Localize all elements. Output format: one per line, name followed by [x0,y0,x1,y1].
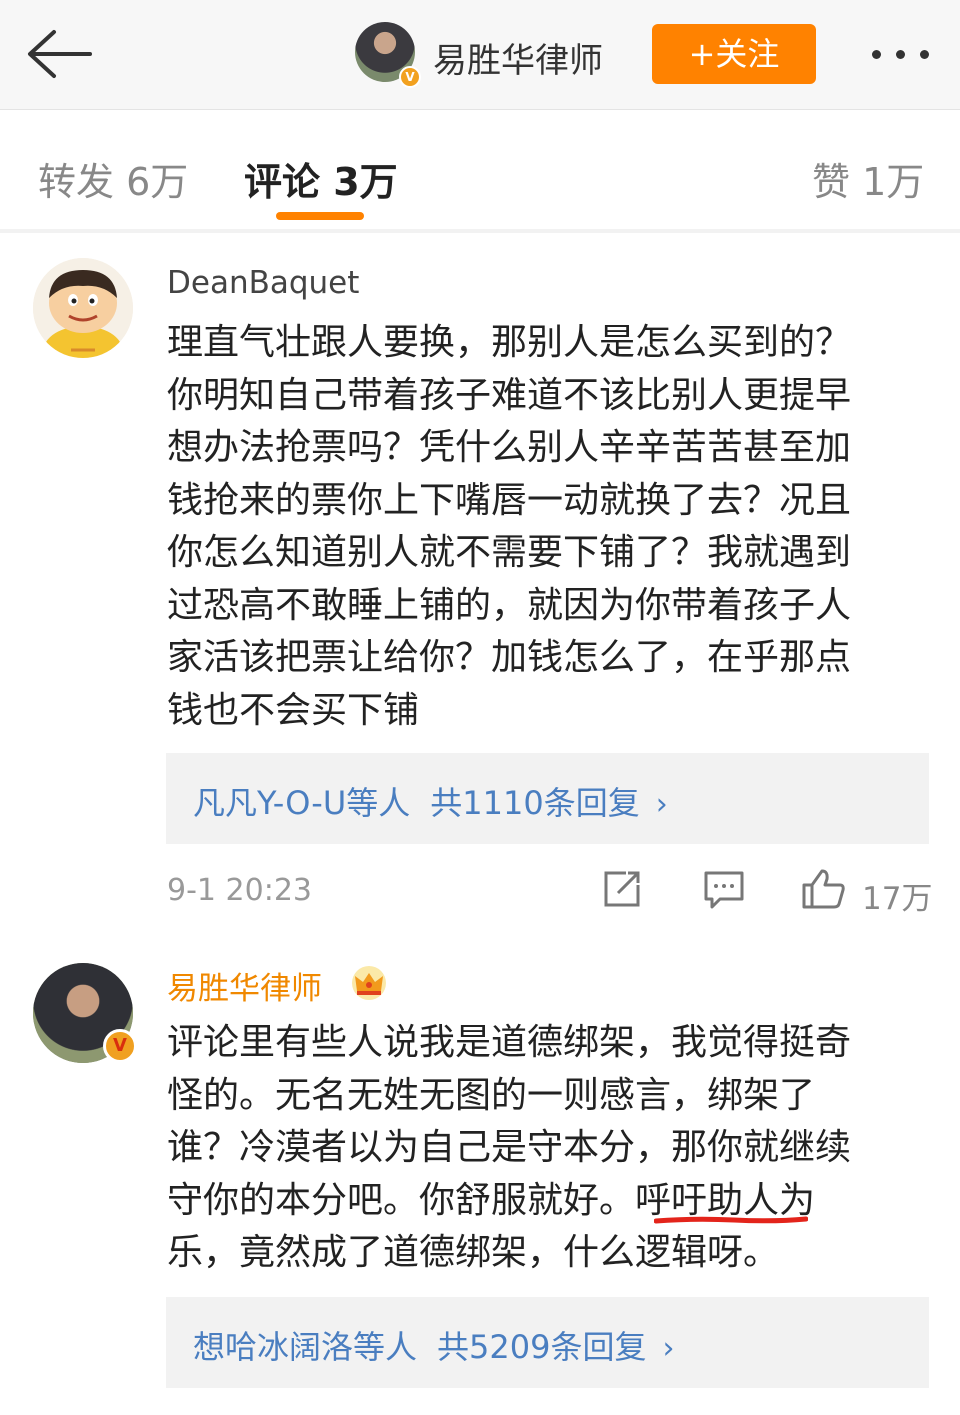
comment-timestamp: 9-1 20:23 [167,873,312,908]
comment-line: 过恐高不敢睡上铺的，就因为你带着孩子人 [167,584,852,626]
red-underline-annotation [654,1216,808,1224]
tab-reposts[interactable]: 转发 6万 [38,151,188,206]
cartoon-avatar-icon[interactable] [33,258,133,358]
comment-icon[interactable] [702,867,746,915]
share-icon[interactable] [600,867,644,915]
comment-line: 家活该把票让给你？加钱怎么了，在乎那点 [167,637,852,678]
comment-line: 钱也不会买下铺 [167,689,420,731]
tab-likes[interactable]: 赞 1万 [812,151,924,206]
chevron-right-icon: › [655,787,668,822]
comment-actions: 9-1 20:23 17万 [0,867,960,917]
crown-icon [350,965,388,1001]
chevron-right-icon: › [662,1331,675,1366]
more-dots-icon[interactable] [866,36,936,72]
like-count: 17万 [862,881,933,917]
reply-names: 想哈冰阔洛等人 [193,1328,418,1366]
comment-line: 想办法抢票吗？凭什么别人辛辛苦苦甚至加 [167,427,852,468]
divider [0,229,960,233]
top-navigation-bar: V 易胜华律师 +关注 [0,0,960,110]
comment-text: 评论里有些人说我是道德绑架，我觉得挺奇 怪的。无名无姓无图的一则感言，绑架了 谁… [167,1017,937,1280]
tab-bar: 转发 6万 评论 3万 赞 1万 [0,111,960,229]
comment-line: 理直气壮跟人要换，那别人是怎么买到的？ [167,322,852,363]
back-arrow-icon [28,30,92,78]
comment-line: 守你的本分吧。你舒服就好。呼吁助人为 [167,1179,816,1221]
thumbs-up-icon[interactable] [800,867,848,915]
account-avatar[interactable]: V [355,22,421,88]
back-button[interactable] [20,24,100,84]
comment-line: 钱抢来的票你上下嘴唇一动就换了去？况且 [167,479,852,521]
comment-username[interactable]: 易胜华律师 [167,963,322,1008]
reply-count: 共1110条回复 [430,784,640,822]
author-avatar[interactable]: V [33,963,137,1063]
comment-line: 乐，竟然成了道德绑架，什么逻辑呀。 [167,1232,780,1273]
comment-username[interactable]: DeanBaquet [167,265,359,301]
comment-line: 评论里有些人说我是道德绑架，我觉得挺奇 [167,1022,852,1063]
comment-line: 谁？冷漠者以为自己是守本分，那你就继续 [167,1127,852,1168]
comment-text: 理直气壮跟人要换，那别人是怎么买到的？ 你明知自己带着孩子难道不该比别人更提早 … [167,317,937,737]
verified-v-icon: V [103,1029,137,1063]
account-name[interactable]: 易胜华律师 [433,33,603,82]
active-tab-indicator [276,212,364,220]
comment-line: 你怎么知道别人就不需要下铺了？我就遇到 [167,532,852,573]
reply-count: 共5209条回复 [437,1328,647,1366]
verified-v-icon: V [399,66,421,88]
tab-comments[interactable]: 评论 3万 [244,151,398,206]
comment-line: 你明知自己带着孩子难道不该比别人更提早 [167,374,852,416]
comment-line: 怪的。无名无姓无图的一则感言，绑架了 [167,1074,816,1116]
follow-button[interactable]: +关注 [652,24,816,84]
replies-link[interactable]: 想哈冰阔洛等人 共5209条回复 › [166,1297,929,1388]
reply-names: 凡凡Y-O-U等人 [193,784,411,822]
replies-link[interactable]: 凡凡Y-O-U等人 共1110条回复 › [166,753,929,844]
